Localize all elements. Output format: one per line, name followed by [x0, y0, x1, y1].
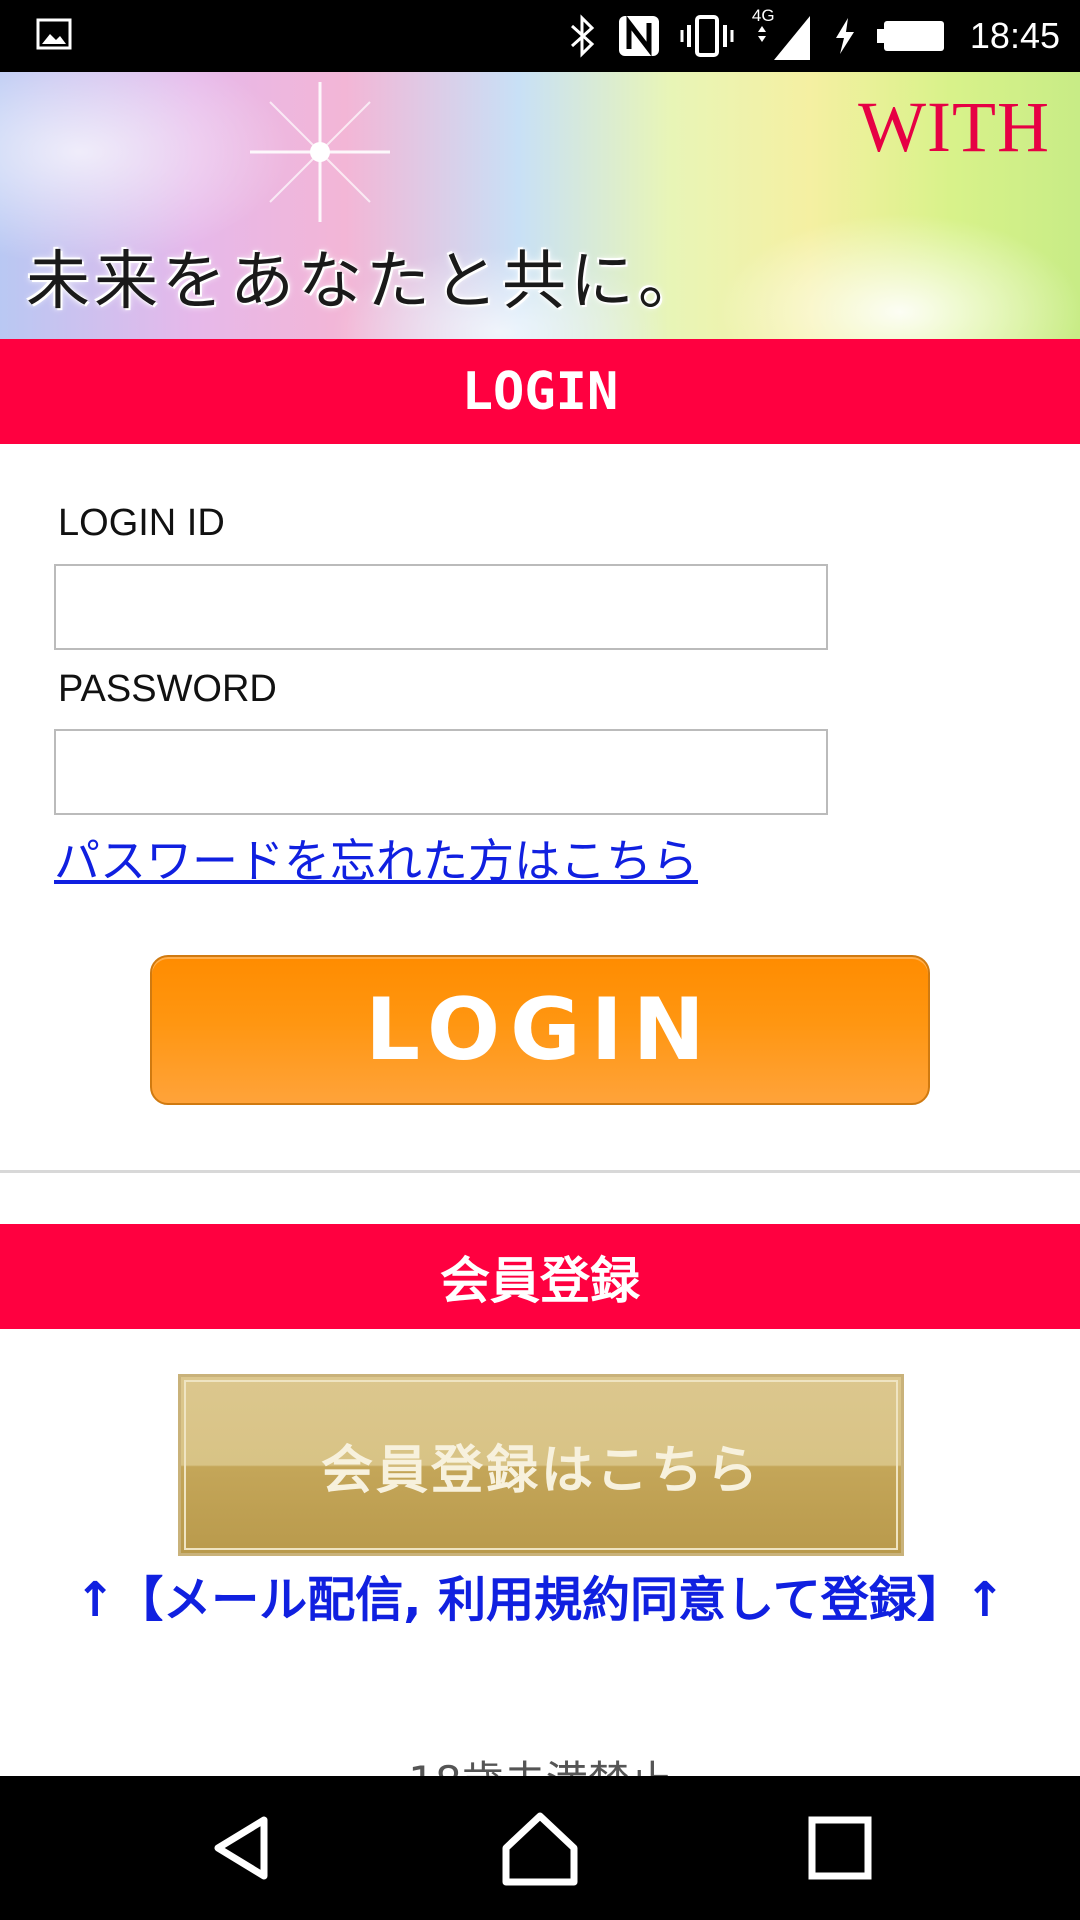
member-section-header: 会員登録 [0, 1224, 1080, 1329]
home-icon[interactable] [498, 1806, 582, 1890]
bluetooth-icon [570, 14, 595, 58]
registration-note: ↑【メール配信, 利用規約同意して登録】↑ [75, 1572, 1005, 1628]
image-icon [36, 18, 72, 50]
vibrate-icon [680, 15, 734, 57]
login-id-input[interactable] [54, 564, 828, 650]
register-button-label: 会員登録はこちら [320, 1440, 761, 1501]
banner-tagline: 未来をあなたと共に。 [26, 245, 706, 319]
clock: 18:45 [969, 15, 1060, 56]
signal-icon: 4G [752, 6, 814, 64]
navigation-bar [0, 1776, 1080, 1920]
back-icon[interactable] [200, 1806, 284, 1890]
brand-logo: WITH [858, 87, 1050, 167]
charging-icon [835, 18, 854, 54]
register-button[interactable]: 会員登録はこちら [178, 1374, 904, 1556]
password-label: PASSWORD [58, 668, 277, 710]
hero-banner: WITH 未来をあなたと共に。 [0, 72, 1080, 339]
battery-icon [876, 21, 944, 51]
sparkle-icon [250, 82, 390, 222]
login-section-header: LOGIN [0, 339, 1080, 444]
login-button[interactable]: LOGIN [150, 955, 930, 1105]
login-id-label: LOGIN ID [58, 502, 225, 544]
status-bar: 4G 18:45 [0, 0, 1080, 72]
password-input[interactable] [54, 729, 828, 815]
nfc-icon [618, 15, 659, 57]
recents-icon[interactable] [798, 1806, 882, 1890]
login-button-label: LOGIN [365, 980, 715, 1080]
divider [0, 1170, 1080, 1173]
forgot-password-link[interactable]: パスワードを忘れた方はこちら [54, 825, 698, 891]
